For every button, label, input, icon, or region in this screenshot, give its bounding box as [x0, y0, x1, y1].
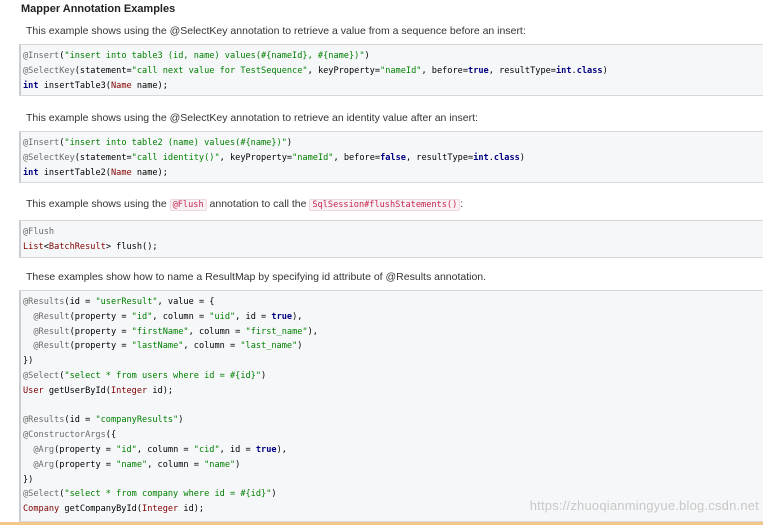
code-block-insert-table3: @Insert("insert into table3 (id, name) v…: [19, 44, 763, 96]
code-line: @Result(property = "id", column = "uid",…: [33, 311, 303, 322]
code-line: int insertTable2(Name name);: [23, 167, 168, 178]
code-line: @Result(property = "lastName", column = …: [33, 341, 303, 352]
code-line: User getUserById(Integer id);: [23, 385, 174, 396]
code-line: @Arg(property = "id", column = "cid", id…: [33, 444, 287, 455]
code-line: @SelectKey(statement="call next value fo…: [23, 65, 608, 76]
description-selectkey-identity: This example shows using the @SelectKey …: [26, 112, 478, 124]
code-block-flush: @Flush List<BatchResult> flush();: [19, 220, 763, 258]
bottom-divider: [0, 522, 763, 525]
desc-text-after: :: [460, 198, 464, 210]
inline-code-flush: @Flush: [169, 199, 207, 211]
code-block-insert-table2: @Insert("insert into table2 (name) value…: [19, 131, 763, 183]
code-line: @SelectKey(statement="call identity()", …: [23, 152, 525, 163]
code-line: }): [23, 356, 34, 367]
description-results-id: These examples show how to name a Result…: [26, 271, 487, 283]
desc-text-middle: annotation to call the: [206, 198, 310, 210]
code-line: @Results(id = "companyResults"): [23, 415, 184, 426]
code-line: @Results(id = "userResult", value = {: [23, 297, 215, 307]
code-line: @Select("select * from users where id = …: [23, 370, 267, 381]
code-line: @Result(property = "firstName", column =…: [33, 326, 318, 337]
code-text: @Flush List<BatchResult> flush();: [21, 221, 763, 255]
code-line: @ConstructorArgs({: [23, 430, 117, 441]
code-line: @Insert("insert into table3 (id, name) v…: [23, 51, 370, 61]
description-selectkey-sequence: This example shows using the @SelectKey …: [26, 25, 526, 37]
code-text: @Results(id = "userResult", value = { @R…: [21, 291, 763, 517]
code-text: @Insert("insert into table3 (id, name) v…: [21, 45, 763, 93]
code-line: @Arg(property = "name", column = "name"): [33, 459, 241, 470]
code-block-results: @Results(id = "userResult", value = { @R…: [19, 290, 763, 522]
code-line: @Flush: [23, 227, 55, 237]
code-text: @Insert("insert into table2 (name) value…: [21, 132, 763, 180]
inline-code-flushstatements: SqlSession#flushStatements(): [309, 199, 461, 211]
code-line: }): [23, 474, 34, 485]
code-line: List<BatchResult> flush();: [23, 241, 158, 252]
watermark: https://zhuoqianmingyue.blog.csdn.net: [529, 498, 759, 513]
desc-text-before: This example shows using the: [26, 198, 170, 210]
code-line: @Insert("insert into table2 (name) value…: [23, 138, 293, 148]
description-flush: This example shows using the @Flush anno…: [26, 198, 464, 211]
page-title: Mapper Annotation Examples: [21, 3, 176, 15]
code-line: int insertTable3(Name name);: [23, 80, 168, 91]
